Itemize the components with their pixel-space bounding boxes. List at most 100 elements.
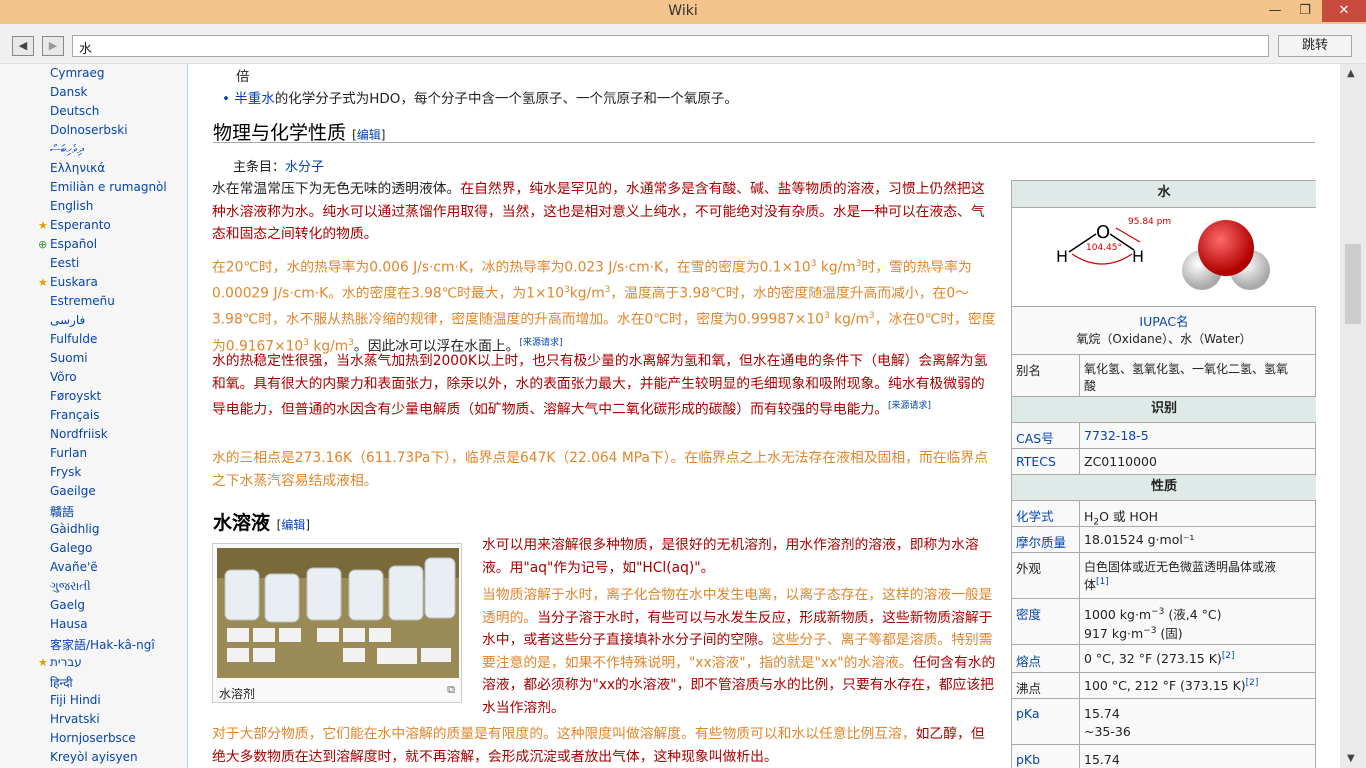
divider (213, 142, 1315, 143)
forward-button[interactable]: ▶ (42, 36, 64, 56)
go-button[interactable]: 跳转 (1278, 35, 1352, 57)
sidebar-language-link[interactable]: Frysk (50, 465, 81, 479)
edit-link[interactable]: 编辑 (357, 128, 381, 142)
bullet-item: • 半重水的化学分子式为HDO，每个分子中含一个氢原子、一个氘原子和一个氧原子。 (222, 91, 738, 107)
sidebar-language-link[interactable]: Français (50, 408, 99, 422)
minimize-button[interactable]: — (1258, 0, 1292, 22)
close-button[interactable]: ✕ (1322, 0, 1366, 22)
sidebar-language-link[interactable]: Dolnoserbski (50, 123, 128, 137)
sidebar-language-link[interactable]: Deutsch (50, 104, 99, 118)
infobox: 水 H O H 104.45° 95.84 pm IUPAC名 氧烷（Oxida… (1011, 180, 1316, 768)
molecule-diagram: H O H 104.45° 95.84 pm (1056, 217, 1270, 290)
sidebar-language-link[interactable]: 贛語 (50, 503, 74, 520)
edit-link[interactable]: 编辑 (281, 518, 305, 532)
sidebar-language-link[interactable]: Esperanto (50, 218, 111, 232)
sidebar-language-link[interactable]: Cymraeg (50, 66, 104, 80)
sidebar-language-link[interactable]: 客家語/Hak-kâ-ngî (50, 636, 155, 653)
iupac-label[interactable]: IUPAC名 (1012, 311, 1316, 330)
section-heading-properties: 物理与化学性质 [编辑] (213, 122, 386, 144)
sidebar-language-link[interactable]: Emiliàn e rumagnòl (50, 180, 167, 194)
section-heading-solution: 水溶液 [编辑] (213, 512, 311, 534)
sidebar-language-link[interactable]: فارسی (50, 313, 85, 327)
featured-article-icon: ⊕ (38, 238, 48, 251)
bullet-text: 的化学分子式为HDO，每个分子中含一个氢原子、一个氘原子和一个氧原子。 (274, 91, 738, 107)
sidebar-language-link[interactable]: Español (50, 237, 97, 251)
sidebar-language-link[interactable]: Gaelg (50, 598, 85, 612)
sidebar-language-link[interactable]: Gàidhlig (50, 522, 100, 536)
sidebar-language-link[interactable]: Euskara (50, 275, 98, 289)
article-body: 倍 • 半重水的化学分子式为HDO，每个分子中含一个氢原子、一个氘原子和一个氧原… (188, 64, 1340, 768)
cas-link[interactable]: 7732-18-5 (1084, 428, 1149, 443)
svg-text:O: O (1096, 222, 1110, 243)
sidebar-language-link[interactable]: Nordfriisk (50, 427, 108, 441)
density-row: 密度 1000 kg·m−3 (液,4 °C) 917 kg·m−3 (固) (1012, 598, 1316, 645)
sidebar-language-link[interactable]: Føroyskt (50, 389, 101, 403)
appearance-row: 外观 白色固体或近无色微蓝透明晶体或液 体[1] (1012, 552, 1316, 599)
sidebar-language-link[interactable]: Fiji Hindi (50, 693, 101, 707)
sidebar-language-link[interactable]: Estremeñu (50, 294, 115, 308)
sidebar-language-link[interactable]: Hrvatski (50, 712, 100, 726)
sidebar-language-link[interactable]: Ελληνικά (50, 161, 105, 175)
paragraph-4: 水的三相点是273.16K（611.73Pa下），临界点是647K（22.064… (212, 450, 988, 489)
angle-label: 104.45° (1086, 243, 1122, 253)
pkb-row: pKb 15.74 (1012, 744, 1316, 768)
sidebar-language-link[interactable]: ગુજરાતી (50, 579, 91, 594)
title-bar: Wiki — ❐ ✕ (0, 0, 1366, 24)
paragraph-1: 水在常温常压下为无色无味的透明液体。在自然界，纯水是罕见的，水通常多是含有酸、碱… (212, 181, 985, 243)
scroll-up-icon[interactable]: ▲ (1347, 68, 1355, 79)
citation-needed[interactable]: [来源请求] (519, 338, 562, 348)
solution-paragraph-2: 当物质溶解于水时，离子化合物在水中发生电离，以离子态存在，这样的溶液一般是透明的… (482, 587, 996, 716)
sidebar-language-link[interactable]: Fulfulde (50, 332, 97, 346)
sidebar-language-link[interactable]: Hausa (50, 617, 88, 631)
sidebar-language-link[interactable]: हिन्दी (50, 674, 73, 691)
thumbnail-caption: 水溶剂 (219, 687, 256, 701)
vertical-scrollbar[interactable]: ▲ ▼ (1340, 64, 1366, 768)
maximize-button[interactable]: ❐ (1288, 0, 1322, 22)
boiling-point-row: 沸点 100 °C, 212 °F (373.15 K)[2] (1012, 672, 1316, 699)
pka-row: pKa 15.74 ~35-36 (1012, 698, 1316, 745)
sidebar-language-link[interactable]: Suomi (50, 351, 88, 365)
window-title: Wiki (668, 3, 698, 19)
infobox-title: 水 (1012, 181, 1316, 207)
solvent-image[interactable] (217, 548, 459, 678)
rtecs-row: RTECS ZC0110000 (1012, 448, 1316, 475)
melting-point-row: 熔点 0 °C, 32 °F (273.15 K)[2] (1012, 644, 1316, 673)
sidebar-language-link[interactable]: Gaeilge (50, 484, 96, 498)
alias-row: 别名 氧化氢、氢氧化氢、一氧化二氢、氢氧 酸 (1012, 354, 1316, 397)
sidebar-language-link[interactable]: עברית (50, 655, 82, 669)
sidebar-language-link[interactable]: Furlan (50, 446, 87, 460)
cas-row: CAS号 7732-18-5 (1012, 422, 1316, 449)
citation-needed[interactable]: [来源请求] (888, 401, 931, 411)
sidebar-language-link[interactable]: Avañe'ẽ (50, 560, 98, 574)
navigation-bar: ◀ ▶ 水 跳转 (0, 24, 1366, 64)
sidebar-language-link[interactable]: Hornjoserbsce (50, 731, 136, 745)
enlarge-icon[interactable]: ⧉ (447, 683, 455, 697)
main-article-link[interactable]: 水分子 (285, 160, 324, 175)
page-content: Cymraeg Dansk Deutsch Dolnoserbski ދިވެހިބަސ… (0, 64, 1340, 768)
paragraph-3: 水的热稳定性很强，当水蒸气加热到2000K以上时，也只有极少量的水离解为氢和氧，… (212, 353, 988, 418)
iupac-row: IUPAC名 氧烷（Oxidane）、水（Water） (1012, 306, 1316, 354)
address-input[interactable]: 水 (72, 35, 1269, 57)
back-button[interactable]: ◀ (12, 36, 34, 56)
star-icon: ★ (38, 276, 48, 289)
paragraph-2: 在20℃时，水的热导率为0.006 J/s·cm·K，冰的热导率为0.023 J… (212, 259, 996, 355)
sidebar-language-link[interactable]: English (50, 199, 93, 213)
sidebar-language-link[interactable]: Eesti (50, 256, 79, 270)
solution-paragraph-3: 对于大部分物质，它们能在水中溶解的质量是有限度的。这种限度叫做溶解度。有些物质可… (212, 726, 985, 765)
properties-header: 性质 (1012, 474, 1316, 500)
molecule-image-row: H O H 104.45° 95.84 pm (1012, 207, 1316, 306)
star-icon: ★ (38, 656, 48, 669)
formula-row: 化学式 H2O 或 HOH (1012, 500, 1316, 528)
sidebar-language-link[interactable]: ދިވެހިބަސް (50, 142, 84, 157)
svg-text:H: H (1056, 247, 1068, 266)
thumbnail-box: 水溶剂 ⧉ (212, 543, 462, 703)
sidebar-language-link[interactable]: Kreyòl ayisyen (50, 750, 138, 764)
main-article-note: 主条目：水分子 (233, 160, 325, 175)
molar-mass-row: 摩尔质量 18.01524 g·mol⁻¹ (1012, 526, 1316, 553)
scrollbar-thumb[interactable] (1345, 244, 1361, 324)
sidebar-language-link[interactable]: Võro (50, 370, 77, 384)
sidebar-language-link[interactable]: Dansk (50, 85, 87, 99)
sidebar-language-link[interactable]: Galego (50, 541, 92, 555)
scroll-down-icon[interactable]: ▼ (1347, 753, 1355, 764)
bullet-link[interactable]: 半重水 (234, 91, 275, 107)
